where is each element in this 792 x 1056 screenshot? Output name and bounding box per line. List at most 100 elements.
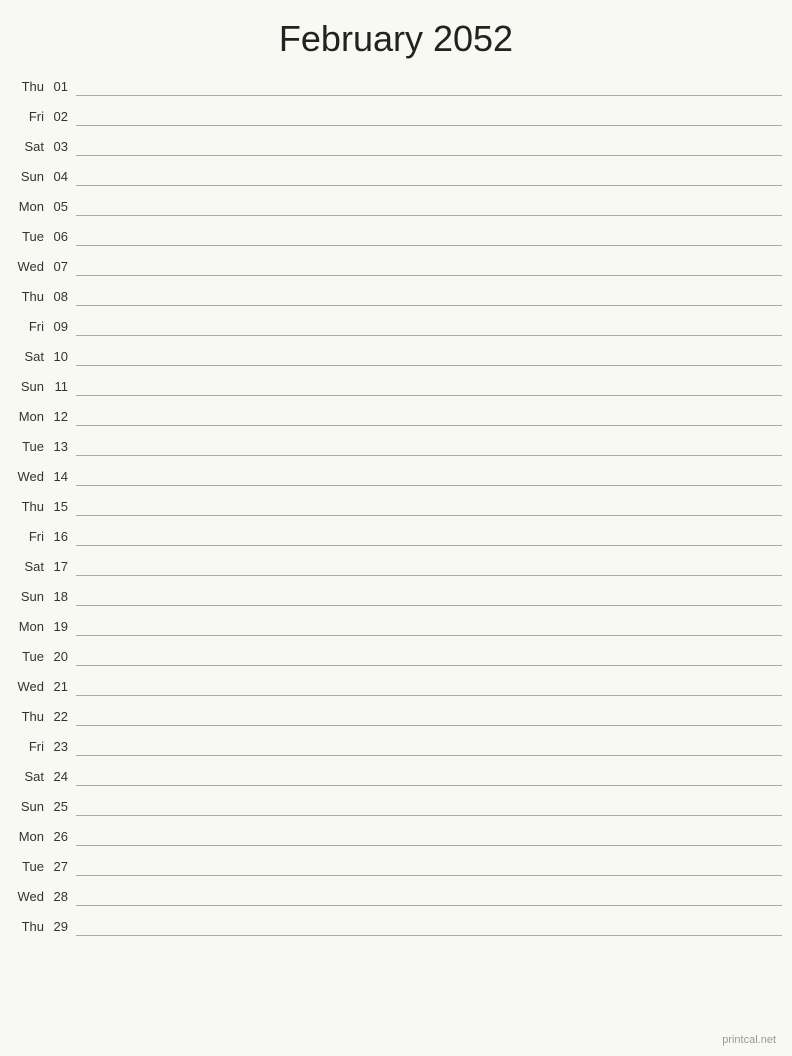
date-number: 16 — [48, 529, 76, 546]
calendar-row: Sat10 — [10, 340, 782, 370]
day-of-week-label: Thu — [10, 709, 48, 726]
day-of-week-label: Fri — [10, 109, 48, 126]
day-of-week-label: Fri — [10, 739, 48, 756]
writing-line — [76, 136, 782, 156]
day-of-week-label: Sat — [10, 769, 48, 786]
calendar-row: Tue13 — [10, 430, 782, 460]
day-of-week-label: Sun — [10, 169, 48, 186]
calendar-row: Wed14 — [10, 460, 782, 490]
date-number: 12 — [48, 409, 76, 426]
date-number: 01 — [48, 79, 76, 96]
writing-line — [76, 106, 782, 126]
day-of-week-label: Thu — [10, 79, 48, 96]
calendar-row: Tue27 — [10, 850, 782, 880]
date-number: 10 — [48, 349, 76, 366]
writing-line — [76, 466, 782, 486]
day-of-week-label: Sat — [10, 559, 48, 576]
date-number: 19 — [48, 619, 76, 636]
writing-line — [76, 676, 782, 696]
date-number: 28 — [48, 889, 76, 906]
writing-line — [76, 706, 782, 726]
day-of-week-label: Thu — [10, 919, 48, 936]
date-number: 21 — [48, 679, 76, 696]
date-number: 18 — [48, 589, 76, 606]
day-of-week-label: Sun — [10, 799, 48, 816]
writing-line — [76, 856, 782, 876]
date-number: 22 — [48, 709, 76, 726]
date-number: 09 — [48, 319, 76, 336]
writing-line — [76, 646, 782, 666]
day-of-week-label: Wed — [10, 259, 48, 276]
day-of-week-label: Fri — [10, 529, 48, 546]
calendar-row: Sat24 — [10, 760, 782, 790]
writing-line — [76, 736, 782, 756]
date-number: 14 — [48, 469, 76, 486]
date-number: 25 — [48, 799, 76, 816]
calendar-row: Wed07 — [10, 250, 782, 280]
writing-line — [76, 376, 782, 396]
day-of-week-label: Thu — [10, 499, 48, 516]
day-of-week-label: Tue — [10, 439, 48, 456]
calendar-row: Tue06 — [10, 220, 782, 250]
calendar-row: Mon19 — [10, 610, 782, 640]
date-number: 17 — [48, 559, 76, 576]
calendar-row: Thu15 — [10, 490, 782, 520]
date-number: 23 — [48, 739, 76, 756]
footer-label: printcal.net — [722, 1034, 776, 1046]
day-of-week-label: Tue — [10, 649, 48, 666]
date-number: 06 — [48, 229, 76, 246]
calendar-row: Wed28 — [10, 880, 782, 910]
calendar-row: Sun11 — [10, 370, 782, 400]
date-number: 20 — [48, 649, 76, 666]
day-of-week-label: Mon — [10, 829, 48, 846]
day-of-week-label: Mon — [10, 619, 48, 636]
day-of-week-label: Sat — [10, 139, 48, 156]
day-of-week-label: Wed — [10, 679, 48, 696]
calendar-row: Thu22 — [10, 700, 782, 730]
date-number: 11 — [48, 379, 76, 396]
writing-line — [76, 886, 782, 906]
date-number: 26 — [48, 829, 76, 846]
date-number: 02 — [48, 109, 76, 126]
writing-line — [76, 916, 782, 936]
date-number: 08 — [48, 289, 76, 306]
calendar-row: Mon12 — [10, 400, 782, 430]
writing-line — [76, 166, 782, 186]
day-of-week-label: Mon — [10, 409, 48, 426]
calendar-row: Fri09 — [10, 310, 782, 340]
calendar-row: Thu29 — [10, 910, 782, 940]
writing-line — [76, 796, 782, 816]
calendar-row: Mon26 — [10, 820, 782, 850]
calendar-row: Fri23 — [10, 730, 782, 760]
day-of-week-label: Tue — [10, 859, 48, 876]
date-number: 05 — [48, 199, 76, 216]
day-of-week-label: Thu — [10, 289, 48, 306]
date-number: 07 — [48, 259, 76, 276]
writing-line — [76, 406, 782, 426]
page-title: February 2052 — [0, 0, 792, 70]
writing-line — [76, 226, 782, 246]
day-of-week-label: Wed — [10, 889, 48, 906]
writing-line — [76, 616, 782, 636]
writing-line — [76, 346, 782, 366]
date-number: 04 — [48, 169, 76, 186]
calendar-row: Thu08 — [10, 280, 782, 310]
calendar-row: Sun04 — [10, 160, 782, 190]
date-number: 29 — [48, 919, 76, 936]
date-number: 13 — [48, 439, 76, 456]
calendar-row: Thu01 — [10, 70, 782, 100]
writing-line — [76, 436, 782, 456]
writing-line — [76, 286, 782, 306]
writing-line — [76, 76, 782, 96]
writing-line — [76, 766, 782, 786]
day-of-week-label: Sun — [10, 589, 48, 606]
calendar-list: Thu01Fri02Sat03Sun04Mon05Tue06Wed07Thu08… — [0, 70, 792, 940]
writing-line — [76, 256, 782, 276]
writing-line — [76, 556, 782, 576]
calendar-row: Sun18 — [10, 580, 782, 610]
writing-line — [76, 196, 782, 216]
date-number: 15 — [48, 499, 76, 516]
date-number: 03 — [48, 139, 76, 156]
day-of-week-label: Wed — [10, 469, 48, 486]
date-number: 27 — [48, 859, 76, 876]
